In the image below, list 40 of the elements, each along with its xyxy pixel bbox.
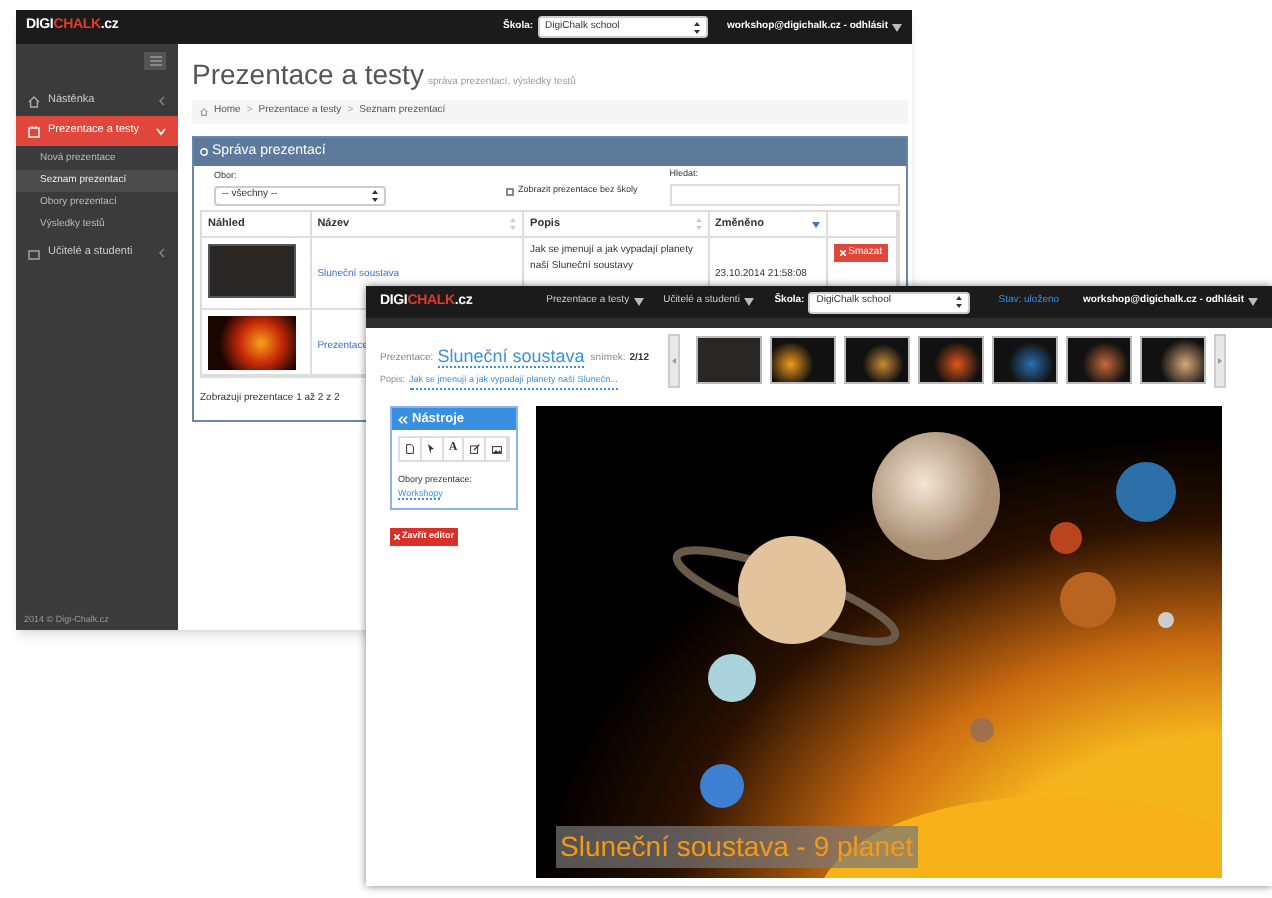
- sidebar-toggle-button[interactable]: [144, 52, 166, 70]
- image-icon: [491, 445, 502, 453]
- folder-icon: [28, 247, 40, 259]
- chevron-left-icon: [158, 96, 166, 106]
- home-icon: [200, 108, 208, 116]
- slide-thumbnail[interactable]: [992, 336, 1058, 384]
- edit-icon: [469, 444, 480, 454]
- slide-thumbnail[interactable]: [1066, 336, 1132, 384]
- slide-thumbnail[interactable]: [208, 316, 296, 370]
- chevron-left-icon: [158, 248, 166, 258]
- page-tool-button[interactable]: [400, 438, 422, 460]
- select-arrows-icon: [372, 190, 378, 202]
- select-arrows-icon: [693, 21, 700, 33]
- slide-thumbnail[interactable]: [844, 336, 910, 384]
- slide-thumbnail[interactable]: [918, 336, 984, 384]
- home-icon: [28, 95, 40, 107]
- checkbox[interactable]: [506, 187, 514, 196]
- image-tool-button[interactable]: [486, 438, 508, 460]
- calendar-icon: [28, 125, 40, 137]
- search-field[interactable]: [669, 184, 900, 206]
- double-chevron-left-icon: [398, 415, 408, 423]
- slide-thumbnail[interactable]: [770, 336, 836, 384]
- sort-descending-icon[interactable]: [812, 220, 821, 228]
- slide-thumbnail[interactable]: [696, 336, 762, 384]
- close-icon: [394, 533, 400, 539]
- circle-icon: [200, 148, 208, 156]
- caret-icon: [743, 298, 754, 306]
- close-icon: [840, 250, 847, 256]
- select-arrows-icon: [956, 296, 963, 308]
- page-icon: [405, 444, 414, 454]
- caret-icon: [892, 23, 902, 31]
- caret-icon: [633, 298, 644, 306]
- slide-caption: Sluneční soustava - 9 planet: [556, 826, 918, 868]
- caret-icon: [1248, 298, 1258, 306]
- slide-thumbnail[interactable]: [1140, 336, 1206, 384]
- chevron-down-icon: [156, 127, 166, 135]
- pointer-icon: [428, 444, 435, 454]
- edit-tool-button[interactable]: [464, 438, 487, 460]
- slide-thumbnail[interactable]: [208, 244, 296, 298]
- page-title: Prezentace a testy: [192, 56, 424, 94]
